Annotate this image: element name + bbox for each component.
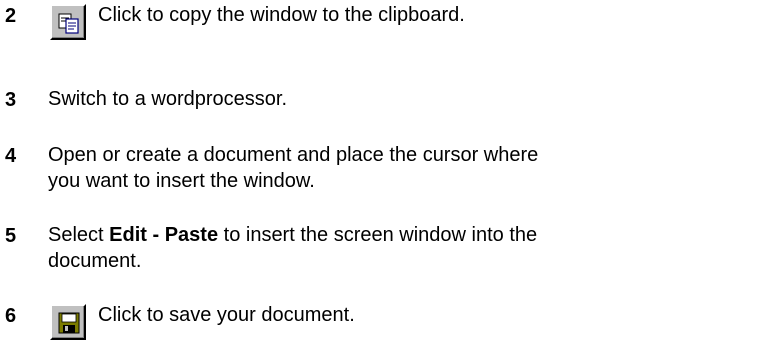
step-4: 4 Open or create a document and place th… — [0, 142, 784, 196]
step-3: 3 Switch to a wordprocessor. — [0, 86, 784, 116]
step-text-line-2: document. — [48, 250, 142, 272]
step-text: Open or create a document and place the … — [48, 142, 538, 194]
step-number: 4 — [5, 145, 17, 167]
step-text: Click to copy the window to the clipboar… — [98, 4, 465, 26]
menu-command: Edit - Paste — [109, 224, 219, 246]
step-number: 5 — [5, 225, 17, 247]
step-6: 6 Click to save your document. — [0, 302, 784, 358]
step-text-prefix: Select — [48, 224, 110, 246]
step-text: Click to save your document. — [98, 304, 355, 326]
step-number: 6 — [5, 305, 17, 327]
save-button[interactable] — [50, 304, 86, 340]
copy-icon — [58, 13, 79, 34]
step-2: 2 Click to copy the window to the clipbo… — [0, 2, 784, 72]
step-number: 3 — [5, 89, 17, 111]
step-text-line-1: Open or create a document and place the … — [48, 144, 539, 166]
step-number: 2 — [5, 5, 17, 27]
step-text-suffix: to insert the screen window into the — [218, 224, 538, 246]
step-text: Switch to a wordprocessor. — [48, 88, 287, 110]
save-icon — [58, 312, 80, 334]
step-text-line-2: you want to insert the window. — [48, 170, 315, 192]
copy-button[interactable] — [50, 4, 86, 40]
step-5: 5 Select Edit - Paste to insert the scre… — [0, 222, 784, 276]
step-text: Select Edit - Paste to insert the screen… — [48, 222, 537, 274]
